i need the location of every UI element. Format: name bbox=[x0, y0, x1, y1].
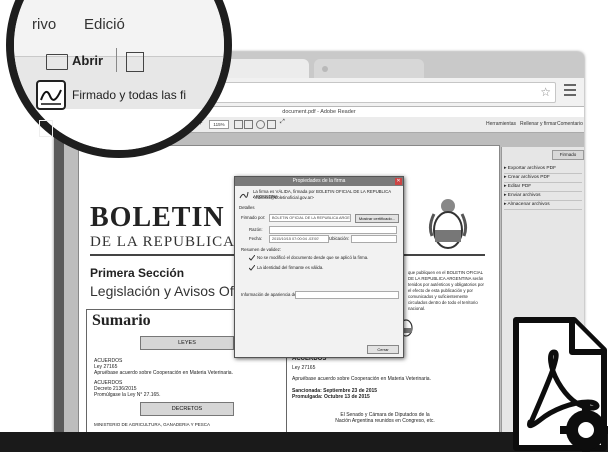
doc-subtitle: DE LA REPUBLICA A bbox=[90, 234, 250, 250]
fill-sign-tab[interactable]: Rellenar y firmar bbox=[520, 121, 557, 127]
signed-banner-text: Firmado y todas las fi bbox=[72, 88, 187, 102]
create-pdf-icon[interactable] bbox=[126, 52, 144, 72]
left-nav-strip bbox=[54, 133, 64, 432]
decretos-box: DECRETOS bbox=[140, 402, 234, 416]
details-label: Detalles bbox=[239, 205, 255, 210]
hamburger-menu-icon[interactable] bbox=[564, 84, 576, 98]
check-icon bbox=[249, 265, 255, 271]
left-nav-strip bbox=[14, 109, 34, 150]
sign-icon[interactable] bbox=[267, 120, 276, 129]
doc-title: BOLETIN O bbox=[90, 202, 256, 233]
date-label: Fecha: bbox=[249, 236, 263, 241]
panel-item-edit[interactable]: ▸ Editar PDF bbox=[504, 183, 582, 192]
fit-width-icon[interactable] bbox=[244, 120, 253, 129]
expand-icon[interactable]: ⤢ bbox=[280, 119, 285, 126]
signed-by-field: BOLETIN OFICIAL DE LA REPUBLICA ARGENTIN… bbox=[269, 214, 351, 222]
validity-check-document: No se modificó el documento desde que se… bbox=[257, 255, 369, 260]
tools-tab[interactable]: Herramientas bbox=[486, 121, 516, 127]
signature-badge-icon bbox=[36, 80, 66, 110]
fit-page-icon[interactable] bbox=[234, 120, 243, 129]
signer-email: <editorial@boletinoficial.gov.ar> bbox=[253, 195, 314, 200]
date-field: 2015/10/15 07:00:04 -03'00' bbox=[269, 235, 329, 243]
toolbar-separator bbox=[116, 48, 117, 72]
dialog-title: Propiedades de la firma bbox=[235, 177, 403, 186]
left-col-desc: Apruébase acuerdo sobre Cooperación en M… bbox=[94, 370, 233, 376]
menu-edicion[interactable]: Edició bbox=[84, 16, 125, 33]
location-field bbox=[351, 235, 397, 243]
check-icon bbox=[249, 255, 255, 261]
dialog-close-icon[interactable]: ✕ bbox=[395, 178, 402, 185]
section-title: Primera Sección bbox=[90, 266, 185, 280]
panel-item-export[interactable]: ▸ Exportar archivos PDF bbox=[504, 165, 582, 174]
close-button[interactable]: Cerrar bbox=[367, 345, 399, 354]
signed-button[interactable]: Firmado bbox=[552, 150, 584, 160]
bookmark-star-icon[interactable]: ☆ bbox=[540, 84, 551, 100]
left-col-desc: Promúlgase la Ley N° 27.165. bbox=[94, 392, 161, 398]
signed-by-label: Firmado por: bbox=[241, 215, 266, 220]
signature-properties-dialog: Propiedades de la firma ✕ La firma es VÁ… bbox=[234, 176, 404, 358]
panel-item-create[interactable]: ▸ Crear archivos PDF bbox=[504, 174, 582, 183]
section-subtitle: Legislación y Avisos Oficial bbox=[90, 283, 258, 299]
right-col-law: Ley 27165 bbox=[292, 365, 316, 371]
show-certificate-button[interactable]: Mostrar certificado... bbox=[355, 214, 399, 223]
pdf-settings-icon bbox=[513, 317, 608, 452]
folder-open-icon[interactable] bbox=[46, 54, 68, 70]
pages-icon[interactable] bbox=[36, 120, 56, 138]
panel-item-send[interactable]: ▸ Enviar archivos bbox=[504, 192, 582, 201]
right-col-congress: El Senado y Cámara de Diputados de la Na… bbox=[335, 412, 435, 424]
open-button[interactable]: Abrir bbox=[72, 53, 103, 68]
signature-pen-icon bbox=[239, 191, 249, 199]
comment-icon[interactable] bbox=[256, 120, 265, 129]
location-label: Ubicación: bbox=[329, 236, 350, 241]
summary-title: Sumario bbox=[92, 312, 151, 329]
panel-item-store[interactable]: ▸ Almacenar archivos bbox=[504, 201, 582, 210]
reason-label: Razón: bbox=[249, 227, 263, 232]
coat-of-arms-icon bbox=[428, 199, 468, 249]
browser-tab-inactive[interactable] bbox=[314, 59, 424, 78]
appearance-field bbox=[295, 291, 399, 299]
right-col-promulgation: Promulgada: Octubre 13 de 2015 bbox=[292, 394, 370, 400]
menu-archivo[interactable]: rivo bbox=[32, 16, 56, 33]
right-col-desc: Apruébase acuerdo sobre Cooperación en M… bbox=[292, 376, 431, 382]
left-col-ministry: MINISTERIO DE AGRICULTURA, GANADERIA Y P… bbox=[94, 422, 211, 427]
legal-notice: que publiquen en el BOLETIN OFICIAL DE L… bbox=[408, 270, 484, 311]
divider bbox=[86, 309, 87, 432]
validity-summary-label: Resumen de validez: bbox=[241, 247, 282, 252]
comment-tab[interactable]: Comentario bbox=[557, 121, 583, 127]
reason-field bbox=[269, 226, 397, 234]
tab-favicon-icon bbox=[322, 66, 328, 72]
validity-check-identity: La identidad del firmante es válida. bbox=[257, 265, 324, 270]
leyes-box: LEYES bbox=[140, 336, 234, 350]
